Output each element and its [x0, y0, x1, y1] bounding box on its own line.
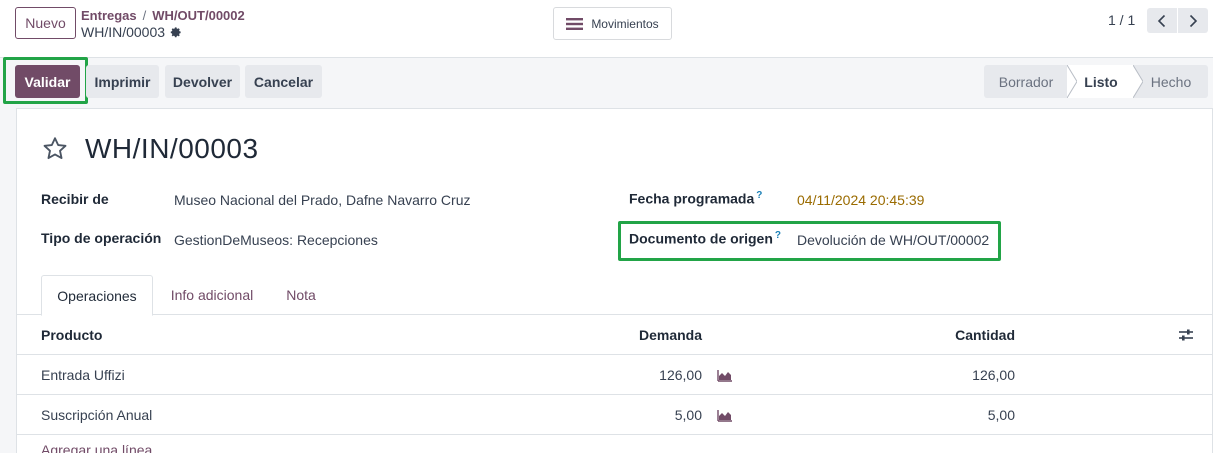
pager-next-button[interactable]	[1178, 8, 1208, 33]
status-stage-ready-label: Listo	[1084, 73, 1118, 90]
add-line-link[interactable]: Agregar una línea	[41, 442, 152, 453]
row-quantity[interactable]: 5,00	[988, 395, 1015, 435]
column-settings-button[interactable]	[1178, 315, 1194, 355]
status-stage-done[interactable]: Hecho	[1134, 65, 1208, 98]
forecast-button[interactable]	[717, 395, 733, 435]
title-row: WH/IN/00003	[41, 133, 259, 165]
row-demand: 5,00	[674, 407, 702, 423]
chevron-right-icon	[1189, 14, 1198, 27]
tab-operations[interactable]: Operaciones	[41, 275, 153, 316]
form-sheet: WH/IN/00003 Recibir de Museo Nacional de…	[16, 108, 1213, 453]
table-row[interactable]: Suscripción Anual 5,00 5,00	[17, 395, 1213, 435]
row-demand: 126,00	[659, 367, 702, 383]
stage-arrow-icon	[1133, 65, 1143, 98]
validate-button[interactable]: Validar	[15, 65, 80, 98]
operations-table: Producto Demanda Cantidad Entrada Uffizi…	[17, 315, 1213, 435]
forecast-button[interactable]	[717, 355, 733, 395]
cancel-button[interactable]: Cancelar	[245, 65, 322, 98]
notebook-tabs: Operaciones Info adicional Nota	[17, 275, 1213, 316]
pager-value[interactable]: 1 / 1	[1108, 12, 1135, 28]
receive-from-label: Recibir de	[41, 191, 109, 207]
table-header: Producto Demanda Cantidad	[17, 315, 1213, 355]
stage-arrow-icon	[1067, 65, 1077, 98]
row-quantity[interactable]: 126,00	[972, 355, 1015, 395]
pager-previous-button[interactable]	[1147, 8, 1177, 33]
scheduled-date-field[interactable]: 04/11/2024 20:45:39	[797, 192, 924, 208]
control-panel: Nuevo Entregas / WH/OUT/00002 WH/IN/0000…	[0, 0, 1213, 58]
record-name: WH/IN/00003	[81, 24, 166, 40]
help-icon[interactable]: ?	[756, 190, 762, 201]
status-stage-done-label: Hecho	[1150, 73, 1192, 90]
status-stage-draft[interactable]: Borrador	[984, 65, 1077, 98]
table-row[interactable]: Entrada Uffizi 126,00 126,00	[17, 355, 1213, 395]
chevron-left-icon	[1157, 14, 1166, 27]
menu-icon	[566, 17, 584, 30]
breadcrumb-separator: /	[142, 8, 147, 23]
column-settings-icon	[1179, 329, 1193, 341]
scheduled-date-label: Fecha programada?	[629, 190, 763, 207]
record-name-row: WH/IN/00003	[81, 24, 182, 40]
page-title: WH/IN/00003	[85, 133, 259, 164]
moves-button[interactable]: Movimientos	[553, 7, 672, 40]
source-document-field[interactable]: Devolución de WH/OUT/00002	[797, 232, 989, 248]
row-product: Entrada Uffizi	[41, 367, 125, 383]
breadcrumb-item-entregas[interactable]: Entregas	[81, 8, 137, 24]
status-stage-draft-label: Borrador	[998, 73, 1054, 90]
operation-type-field[interactable]: GestionDeMuseos: Recepciones	[174, 232, 378, 248]
gear-icon[interactable]	[169, 26, 182, 39]
column-header-quantity[interactable]: Cantidad	[955, 315, 1015, 355]
receive-from-field[interactable]: Museo Nacional del Prado, Dafne Navarro …	[174, 192, 470, 208]
action-bar: Validar Imprimir Devolver Cancelar Borra…	[0, 57, 1213, 106]
status-bar: Borrador Listo Hecho	[984, 65, 1208, 98]
tab-note[interactable]: Nota	[273, 275, 329, 315]
new-button[interactable]: Nuevo	[15, 7, 76, 39]
moves-button-label: Movimientos	[591, 16, 659, 31]
column-header-product[interactable]: Producto	[41, 315, 102, 355]
print-button[interactable]: Imprimir	[86, 65, 159, 98]
operation-type-label: Tipo de operación	[41, 230, 162, 246]
source-document-label: Documento de origen?	[629, 230, 782, 247]
row-product: Suscripción Anual	[41, 407, 153, 423]
star-icon[interactable]	[41, 135, 69, 163]
tab-additional-info[interactable]: Info adicional	[157, 275, 267, 315]
forecast-chart-icon	[717, 409, 732, 422]
forecast-chart-icon	[717, 369, 732, 382]
column-header-demand[interactable]: Demanda	[639, 315, 702, 355]
return-button[interactable]: Devolver	[165, 65, 240, 98]
help-icon[interactable]: ?	[775, 230, 781, 241]
breadcrumb: Entregas / WH/OUT/00002	[81, 8, 245, 24]
status-stage-ready[interactable]: Listo	[1068, 65, 1143, 98]
breadcrumb-item-origin[interactable]: WH/OUT/00002	[152, 8, 244, 24]
